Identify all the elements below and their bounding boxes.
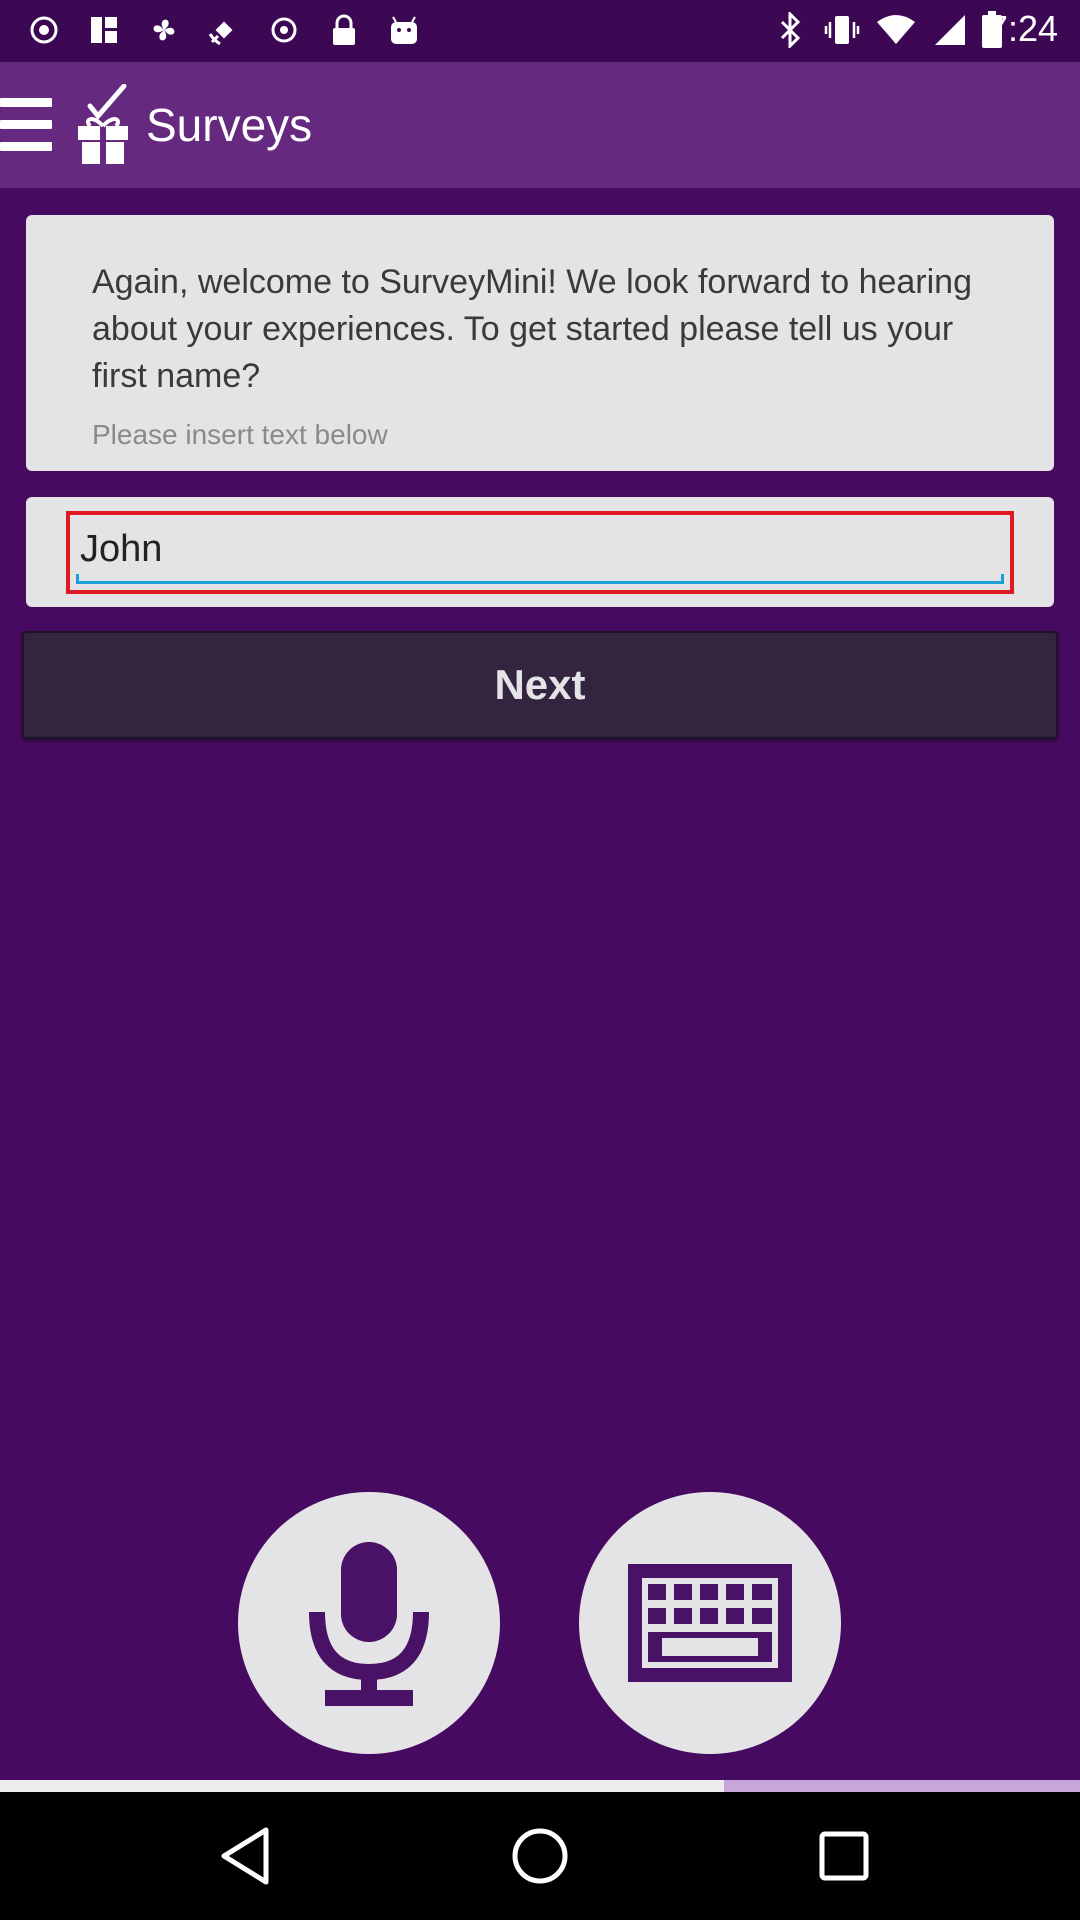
vibrate-icon <box>822 10 862 50</box>
grid-icon <box>84 10 124 50</box>
keyboard-icon <box>628 1564 792 1682</box>
next-button[interactable]: Next <box>22 631 1058 739</box>
question-text: Again, welcome to SurveyMini! We look fo… <box>92 263 972 395</box>
record-icon <box>24 10 64 50</box>
bluetooth-icon <box>770 10 810 50</box>
first-name-input[interactable] <box>76 523 1004 575</box>
input-hint: Please insert text below <box>92 419 388 450</box>
input-card <box>26 497 1054 607</box>
keyboard-input-button[interactable] <box>579 1492 841 1754</box>
survey-progress-fill <box>0 1780 724 1792</box>
back-triangle-icon[interactable] <box>206 1816 286 1896</box>
recents-square-icon[interactable] <box>804 1816 884 1896</box>
sync-icon <box>264 10 304 50</box>
microphone-icon <box>309 1542 429 1706</box>
fan-icon <box>144 10 184 50</box>
status-bar: 7:24 <box>0 0 1080 62</box>
voice-input-button[interactable] <box>238 1492 500 1754</box>
lock-icon <box>324 10 364 50</box>
fake-gps-icon <box>204 10 244 50</box>
home-circle-icon[interactable] <box>500 1816 580 1896</box>
status-time: 7:24 <box>987 8 1058 49</box>
hamburger-menu-icon[interactable] <box>0 90 52 158</box>
survey-progress-bar <box>0 1780 1080 1792</box>
signal-icon <box>930 10 970 50</box>
app-bar: Surveys <box>0 62 1080 188</box>
android-icon <box>384 10 424 50</box>
app-title: Surveys <box>146 99 313 151</box>
input-highlight-frame <box>66 511 1014 594</box>
navigation-bar <box>0 1792 1080 1920</box>
wifi-icon <box>876 10 916 50</box>
gift-check-icon <box>72 83 134 166</box>
input-underline <box>76 574 1004 584</box>
question-card: Again, welcome to SurveyMini! We look fo… <box>26 215 1054 471</box>
